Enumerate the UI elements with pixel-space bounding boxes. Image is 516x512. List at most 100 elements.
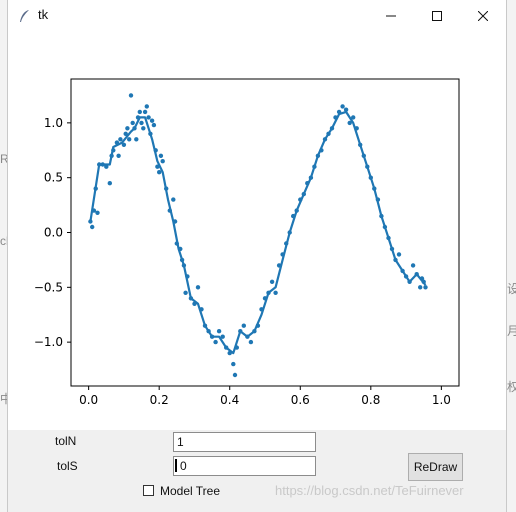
- close-button[interactable]: [460, 0, 506, 31]
- background-fragment: 权: [507, 380, 516, 394]
- data-point: [269, 279, 275, 284]
- model-tree-label[interactable]: Model Tree: [160, 484, 220, 498]
- data-point: [179, 257, 185, 263]
- data-point: [216, 329, 222, 334]
- data-point: [224, 345, 229, 350]
- data-point: [118, 137, 123, 142]
- data-point: [319, 148, 324, 153]
- data-point: [322, 137, 328, 142]
- data-point: [107, 181, 113, 186]
- data-point: [157, 170, 162, 175]
- plot-canvas: 0.0 0.2 0.4 0.6 0.8 1.0 −1.0 −0.5 0.0 0.5 1.0: [8, 31, 506, 430]
- data-point: [400, 268, 405, 274]
- data-point: [347, 120, 352, 126]
- data-point: [241, 323, 246, 328]
- data-point: [386, 235, 391, 241]
- data-point: [336, 109, 342, 115]
- data-point: [396, 252, 402, 257]
- data-point: [245, 334, 250, 339]
- tols-input[interactable]: 0: [173, 456, 316, 476]
- data-point: [231, 361, 236, 367]
- redraw-button[interactable]: ReDraw: [408, 453, 463, 481]
- data-point: [213, 339, 218, 345]
- data-point: [343, 107, 349, 112]
- data-point: [116, 153, 121, 158]
- window-title: tk: [38, 7, 49, 22]
- data-point: [252, 329, 257, 334]
- data-point: [188, 296, 194, 301]
- data-point: [354, 126, 359, 131]
- data-point: [114, 140, 120, 145]
- data-point: [192, 301, 197, 306]
- data-point: [135, 115, 141, 120]
- data-point: [393, 257, 398, 263]
- data-point: [255, 323, 261, 328]
- minimize-icon: [386, 15, 396, 16]
- data-point: [144, 104, 149, 109]
- data-point: [361, 153, 366, 158]
- x-tick-label: 0.4: [220, 393, 239, 407]
- data-point: [132, 126, 137, 131]
- data-point: [125, 126, 130, 131]
- data-point: [123, 131, 128, 136]
- toln-input[interactable]: 1: [173, 432, 316, 452]
- x-tick-label: 1.0: [432, 393, 451, 407]
- data-point: [183, 290, 188, 295]
- data-point: [127, 137, 132, 142]
- data-point: [301, 191, 306, 197]
- data-point: [88, 219, 93, 224]
- data-point: [181, 263, 187, 268]
- data-point: [266, 290, 271, 295]
- data-point: [160, 159, 165, 164]
- data-point: [308, 175, 314, 180]
- maximize-button[interactable]: [414, 0, 460, 31]
- data-point: [421, 279, 426, 284]
- data-point: [287, 230, 292, 235]
- x-tick-label: 0.6: [291, 393, 310, 407]
- data-point: [142, 109, 148, 115]
- regression-tree-plot: 0.0 0.2 0.4 0.6 0.8 1.0 −1.0 −0.5 0.0 0.5 1.0: [34, 78, 460, 407]
- controls-panel: tolN 1 tolS 0 Model Tree ReDraw: [8, 430, 506, 512]
- maximize-icon: [432, 10, 442, 21]
- data-point: [185, 274, 190, 279]
- background-fragment: 设: [507, 282, 516, 296]
- data-point: [139, 120, 144, 126]
- data-point: [178, 246, 183, 252]
- model-tree-checkbox[interactable]: [143, 485, 154, 496]
- data-point: [389, 246, 395, 252]
- data-point: [423, 285, 428, 290]
- data-point: [234, 345, 239, 350]
- tols-label: tolS: [57, 459, 78, 473]
- data-point: [167, 208, 172, 213]
- data-point: [259, 307, 264, 312]
- data-point: [407, 279, 412, 284]
- data-point: [128, 93, 134, 98]
- toln-label: tolN: [55, 434, 77, 448]
- data-point: [276, 263, 282, 268]
- x-tick-label: 0.2: [150, 393, 169, 407]
- data-point: [202, 323, 208, 328]
- y-tick-label: 0.0: [44, 226, 63, 240]
- data-point: [291, 213, 296, 219]
- y-tick-label: 1.0: [44, 116, 63, 130]
- tk-window: tk 0.0 0.2 0.4 0.6 0.8 1.0 −1.0 −0.5 0.0 0.5 1.0 t…: [8, 0, 506, 512]
- data-point: [153, 148, 158, 153]
- data-point: [209, 334, 215, 339]
- data-point: [365, 164, 370, 169]
- x-tick-label: 0.0: [79, 393, 98, 407]
- minimize-button[interactable]: [368, 0, 414, 31]
- data-point: [158, 153, 164, 158]
- text-cursor: [175, 459, 177, 472]
- data-point: [351, 115, 356, 120]
- title-bar[interactable]: tk: [8, 0, 506, 32]
- close-icon: [478, 10, 488, 21]
- data-point: [280, 252, 285, 257]
- watermark-text: https://blog.csdn.net/TeFuirnever: [275, 483, 464, 498]
- data-point: [410, 263, 416, 268]
- data-point: [305, 181, 310, 186]
- data-point: [104, 164, 109, 169]
- data-point: [141, 126, 146, 131]
- data-point: [206, 329, 211, 334]
- data-point: [375, 197, 381, 202]
- data-point: [284, 241, 289, 246]
